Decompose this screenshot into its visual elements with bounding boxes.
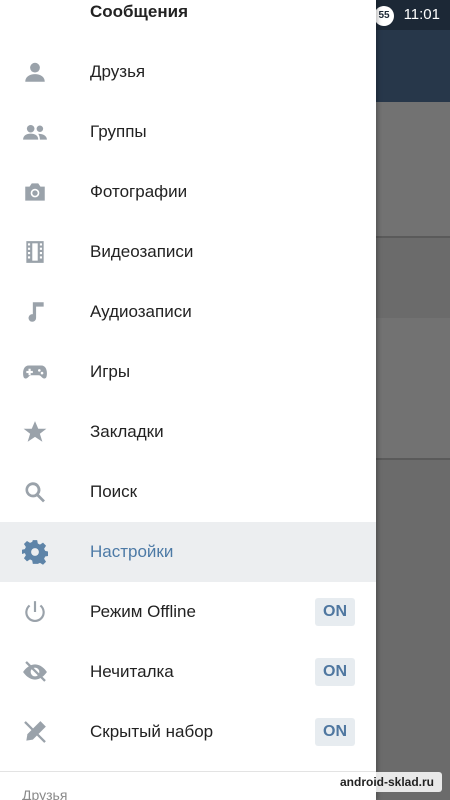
drawer-menu: Друзья Группы Фотографии Видеозаписи Ауд — [0, 42, 376, 762]
menu-item-audio[interactable]: Аудиозаписи — [0, 282, 376, 342]
gamepad-icon — [20, 357, 50, 387]
group-icon — [20, 117, 50, 147]
music-note-icon — [20, 297, 50, 327]
menu-item-search[interactable]: Поиск — [0, 462, 376, 522]
star-icon — [20, 417, 50, 447]
menu-item-offline-mode[interactable]: Режим Offline ON — [0, 582, 376, 642]
person-icon — [20, 57, 50, 87]
section-title: Друзья — [22, 787, 68, 800]
background-divider — [376, 236, 450, 238]
film-icon — [20, 237, 50, 267]
menu-item-unread-mode[interactable]: Нечиталка ON — [0, 642, 376, 702]
background-card[interactable] — [376, 318, 450, 458]
menu-item-settings[interactable]: Настройки — [0, 522, 376, 582]
menu-item-bookmarks[interactable]: Закладки — [0, 402, 376, 462]
menu-item-friends[interactable]: Друзья — [0, 42, 376, 102]
menu-item-label: Режим Offline — [90, 602, 196, 621]
hidden-typing-toggle[interactable]: ON — [315, 718, 355, 746]
search-icon — [20, 477, 50, 507]
menu-item-label: Видеозаписи — [90, 242, 194, 261]
menu-item-label: Настройки — [90, 542, 174, 561]
drawer-header-title[interactable]: Сообщения — [90, 2, 188, 22]
drawer-divider — [0, 771, 376, 772]
menu-item-games[interactable]: Игры — [0, 342, 376, 402]
battery-badge: 55 — [374, 6, 394, 26]
power-icon — [20, 597, 50, 627]
eye-off-icon — [20, 657, 50, 687]
menu-item-label: Аудиозаписи — [90, 302, 192, 321]
menu-item-groups[interactable]: Группы — [0, 102, 376, 162]
menu-item-label: Поиск — [90, 482, 138, 501]
background-card[interactable] — [376, 102, 450, 236]
offline-mode-toggle[interactable]: ON — [315, 598, 355, 626]
menu-item-photos[interactable]: Фотографии — [0, 162, 376, 222]
menu-item-label: Группы — [90, 122, 147, 141]
menu-item-label: Нечиталка — [90, 662, 174, 681]
menu-item-label: Друзья — [90, 62, 146, 81]
gear-icon — [20, 537, 50, 567]
clock: 11:01 — [403, 6, 440, 23]
menu-item-label: Фотографии — [90, 182, 188, 201]
menu-item-videos[interactable]: Видеозаписи — [0, 222, 376, 282]
menu-item-label: Игры — [90, 362, 131, 381]
menu-item-label: Скрытый набор — [90, 722, 214, 741]
menu-item-hidden-typing[interactable]: Скрытый набор ON — [0, 702, 376, 762]
pen-off-icon — [20, 717, 50, 747]
background-divider — [376, 458, 450, 460]
camera-icon — [20, 177, 50, 207]
watermark: android-sklad.ru — [331, 772, 442, 792]
menu-item-label: Закладки — [90, 422, 164, 441]
navigation-drawer: Сообщения Друзья Группы Фотографии Видео… — [0, 0, 376, 800]
unread-mode-toggle[interactable]: ON — [315, 658, 355, 686]
